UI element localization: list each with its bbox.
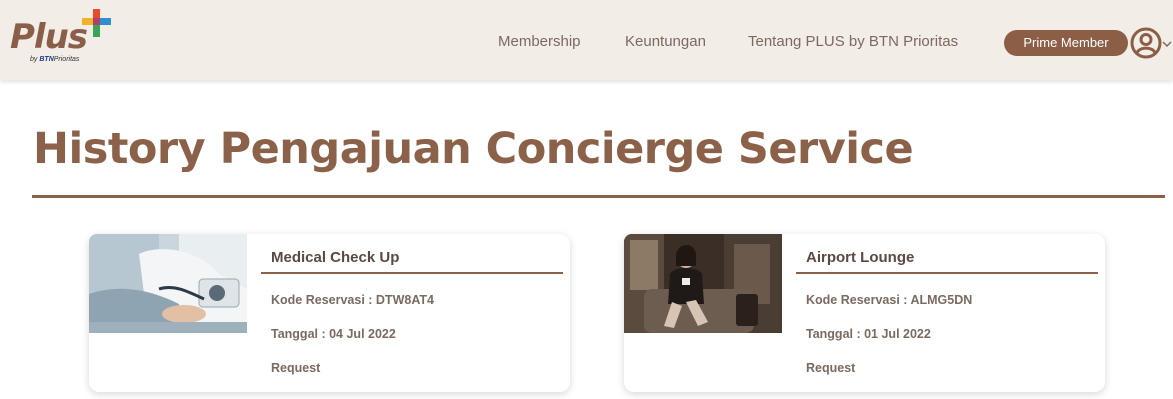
logo-tagline: by BTNPrioritas bbox=[30, 56, 80, 63]
nav-link-tentang[interactable]: Tentang PLUS by BTN Prioritas bbox=[748, 33, 958, 50]
user-circle-icon[interactable] bbox=[1130, 27, 1162, 59]
reservation-date: Tanggal : 01 Jul 2022 bbox=[806, 327, 931, 341]
page-title: History Pengajuan Concierge Service bbox=[33, 124, 914, 174]
chevron-down-icon[interactable] bbox=[1162, 40, 1172, 48]
airport-lounge-image bbox=[624, 234, 782, 333]
reservation-code: Kode Reservasi : ALMG5DN bbox=[806, 293, 973, 307]
reservation-date: Tanggal : 04 Jul 2022 bbox=[271, 327, 396, 341]
status-label: Request bbox=[806, 361, 856, 375]
history-card-airport-lounge[interactable]: Airport Lounge Kode Reservasi : ALMG5DN … bbox=[624, 234, 1105, 392]
card-divider bbox=[796, 272, 1098, 274]
medical-checkup-image bbox=[89, 234, 247, 333]
card-divider bbox=[261, 272, 563, 274]
logo-text: Plus bbox=[10, 17, 88, 57]
status-label: Request bbox=[271, 361, 321, 375]
history-card-medical[interactable]: Medical Check Up Kode Reservasi : DTW8AT… bbox=[89, 234, 570, 392]
reservation-code: Kode Reservasi : DTW8AT4 bbox=[271, 293, 435, 307]
card-title: Airport Lounge bbox=[806, 249, 915, 266]
card-title: Medical Check Up bbox=[271, 249, 400, 266]
nav-link-keuntungan[interactable]: Keuntungan bbox=[625, 33, 706, 50]
top-navbar: Plus by BTNPrioritas Membership Keuntung… bbox=[0, 0, 1173, 80]
prime-member-button[interactable]: Prime Member bbox=[1004, 30, 1128, 56]
nav-link-membership[interactable]: Membership bbox=[498, 33, 581, 50]
plus-cross-icon bbox=[82, 9, 111, 37]
title-divider bbox=[32, 195, 1165, 198]
plus-logo[interactable]: Plus by BTNPrioritas bbox=[10, 8, 120, 68]
